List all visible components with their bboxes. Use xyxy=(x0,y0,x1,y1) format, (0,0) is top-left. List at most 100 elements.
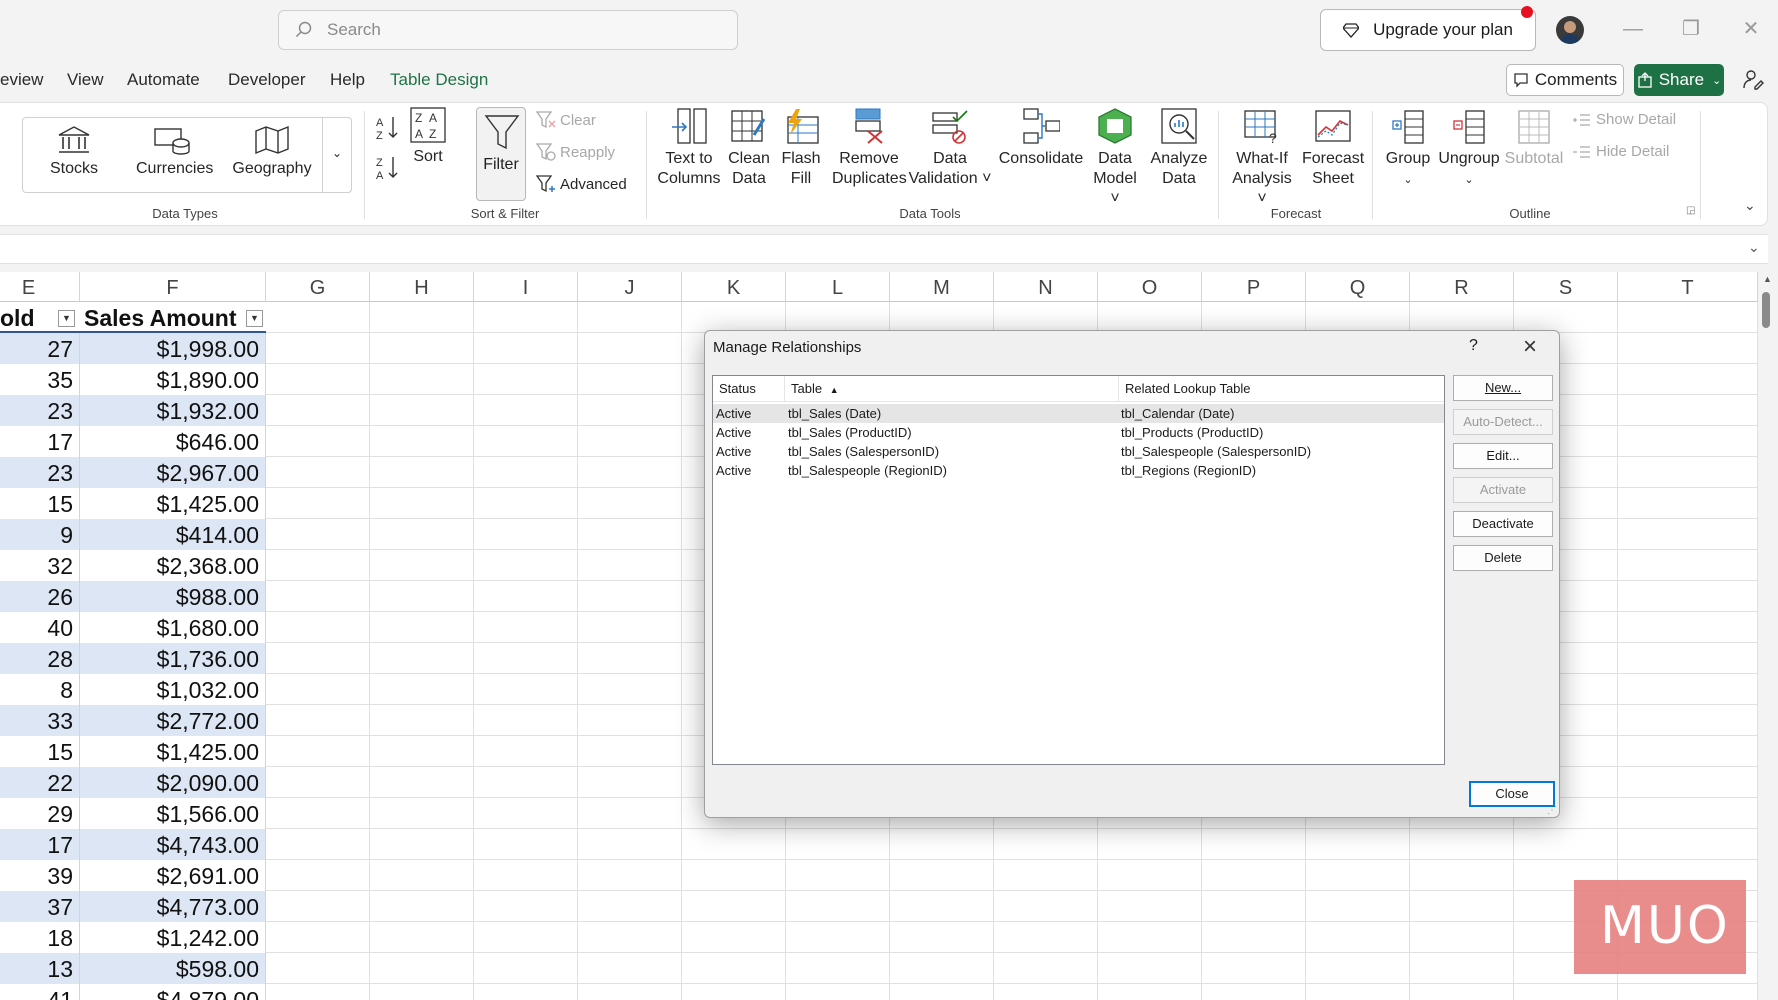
column-header[interactable]: L xyxy=(786,272,890,302)
grid-cell[interactable] xyxy=(578,426,682,457)
table-cell-sales-amount[interactable]: $1,890.00 xyxy=(80,364,266,395)
grid-cell[interactable] xyxy=(1618,705,1758,736)
grid-cell[interactable] xyxy=(1202,922,1306,953)
grid-cell[interactable] xyxy=(1410,953,1514,984)
grid-cell[interactable] xyxy=(682,302,786,333)
grid-cell[interactable] xyxy=(370,426,474,457)
grid-cell[interactable] xyxy=(1098,829,1202,860)
upgrade-button[interactable]: Upgrade your plan xyxy=(1320,6,1536,51)
table-cell-sales-amount[interactable]: $1,932.00 xyxy=(80,395,266,426)
table-cell-sales-amount[interactable]: $1,736.00 xyxy=(80,643,266,674)
grid-cell[interactable] xyxy=(578,395,682,426)
grid-cell[interactable] xyxy=(266,426,370,457)
grid-cell[interactable] xyxy=(1410,922,1514,953)
grid-cell[interactable] xyxy=(474,860,578,891)
grid-cell[interactable] xyxy=(578,860,682,891)
edit-button[interactable]: Edit... xyxy=(1453,443,1553,469)
grid-cell[interactable] xyxy=(1618,457,1758,488)
grid-cell[interactable] xyxy=(1618,333,1758,364)
search-box[interactable]: Search xyxy=(278,10,738,50)
grid-cell[interactable] xyxy=(1306,302,1410,333)
close-window-icon[interactable]: ✕ xyxy=(1736,14,1766,44)
grid-cell[interactable] xyxy=(1618,519,1758,550)
grid-cell[interactable] xyxy=(474,891,578,922)
grid-cell[interactable] xyxy=(474,798,578,829)
table-cell-sales-amount[interactable]: $1,425.00 xyxy=(80,488,266,519)
grid-cell[interactable] xyxy=(266,519,370,550)
filter-dropdown-icon[interactable]: ▼ xyxy=(246,310,263,327)
filter-dropdown-icon[interactable]: ▼ xyxy=(58,310,75,327)
relationship-row[interactable]: Active tbl_Sales (ProductID) tbl_Products … xyxy=(713,423,1444,442)
reapply-button[interactable]: Reapply xyxy=(536,143,615,161)
grid-cell[interactable] xyxy=(786,953,890,984)
table-cell-sales-amount[interactable]: $2,772.00 xyxy=(80,705,266,736)
grid-cell[interactable] xyxy=(786,922,890,953)
grid-cell[interactable] xyxy=(370,736,474,767)
grid-cell[interactable] xyxy=(266,364,370,395)
flash-fill-button[interactable]: Flash Fill xyxy=(778,107,824,189)
grid-cell[interactable] xyxy=(474,488,578,519)
grid-cell[interactable] xyxy=(370,519,474,550)
tab-view[interactable]: View xyxy=(67,70,104,90)
delete-button[interactable]: Delete xyxy=(1453,545,1553,571)
grid-cell[interactable] xyxy=(578,922,682,953)
grid-cell[interactable] xyxy=(370,767,474,798)
grid-cell[interactable] xyxy=(266,333,370,364)
minimize-icon[interactable]: — xyxy=(1618,14,1648,44)
grid-cell[interactable] xyxy=(1618,302,1758,333)
show-detail-button[interactable]: Show Detail xyxy=(1572,111,1676,128)
grid-cell[interactable] xyxy=(1618,550,1758,581)
relationship-row[interactable]: Active tbl_Sales (Date) tbl_Calendar (Date… xyxy=(713,404,1444,423)
grid-cell[interactable] xyxy=(266,984,370,1000)
grid-cell[interactable] xyxy=(474,922,578,953)
sort-button[interactable]: ZAAZ Sort xyxy=(408,107,448,167)
grid-cell[interactable] xyxy=(890,860,994,891)
column-header[interactable]: R xyxy=(1410,272,1514,302)
grid-cell[interactable] xyxy=(890,984,994,1000)
grid-cell[interactable] xyxy=(1618,984,1758,1000)
table-cell-quantity[interactable]: 37 xyxy=(0,891,80,922)
gallery-more-button[interactable]: ⌄ xyxy=(322,117,352,193)
grid-cell[interactable] xyxy=(890,953,994,984)
grid-cell[interactable] xyxy=(370,984,474,1000)
stocks-button[interactable]: Stocks xyxy=(48,125,100,179)
grid-cell[interactable] xyxy=(474,953,578,984)
grid-cell[interactable] xyxy=(1618,488,1758,519)
grid-cell[interactable] xyxy=(474,984,578,1000)
grid-cell[interactable] xyxy=(890,891,994,922)
grid-cell[interactable] xyxy=(578,302,682,333)
grid-cell[interactable] xyxy=(578,953,682,984)
dialog-launcher-icon[interactable]: ◲ xyxy=(1686,205,1695,216)
table-cell-quantity[interactable]: 32 xyxy=(0,550,80,581)
grid-cell[interactable] xyxy=(1514,829,1618,860)
grid-cell[interactable] xyxy=(266,550,370,581)
grid-cell[interactable] xyxy=(1202,829,1306,860)
table-cell-sales-amount[interactable]: $646.00 xyxy=(80,426,266,457)
grid-cell[interactable] xyxy=(1098,302,1202,333)
sort-ascending-icon[interactable]: AZ xyxy=(376,115,400,141)
grid-cell[interactable] xyxy=(578,984,682,1000)
subtotal-button[interactable]: Subtotal xyxy=(1504,109,1564,169)
relationship-row[interactable]: Active tbl_Salespeople (RegionID) tbl_Regi… xyxy=(713,461,1444,480)
grid-cell[interactable] xyxy=(1202,984,1306,1000)
grid-cell[interactable] xyxy=(474,364,578,395)
table-cell-sales-amount[interactable]: $598.00 xyxy=(80,953,266,984)
grid-cell[interactable] xyxy=(370,674,474,705)
text-to-columns-button[interactable]: Text to Columns xyxy=(656,107,722,189)
grid-cell[interactable] xyxy=(578,736,682,767)
grid-cell[interactable] xyxy=(1410,891,1514,922)
grid-cell[interactable] xyxy=(1410,860,1514,891)
table-cell-sales-amount[interactable]: $1,425.00 xyxy=(80,736,266,767)
grid-cell[interactable] xyxy=(370,395,474,426)
grid-cell[interactable] xyxy=(1306,984,1410,1000)
column-header[interactable]: N xyxy=(994,272,1098,302)
currencies-button[interactable]: Currencies xyxy=(136,125,213,179)
grid-cell[interactable] xyxy=(474,829,578,860)
grid-cell[interactable] xyxy=(1618,767,1758,798)
consolidate-button[interactable]: Consolidate xyxy=(996,107,1086,169)
grid-cell[interactable] xyxy=(994,984,1098,1000)
grid-cell[interactable] xyxy=(890,922,994,953)
grid-cell[interactable] xyxy=(578,519,682,550)
expand-formula-bar-icon[interactable]: ⌄ xyxy=(1748,239,1760,256)
grid-cell[interactable] xyxy=(890,302,994,333)
